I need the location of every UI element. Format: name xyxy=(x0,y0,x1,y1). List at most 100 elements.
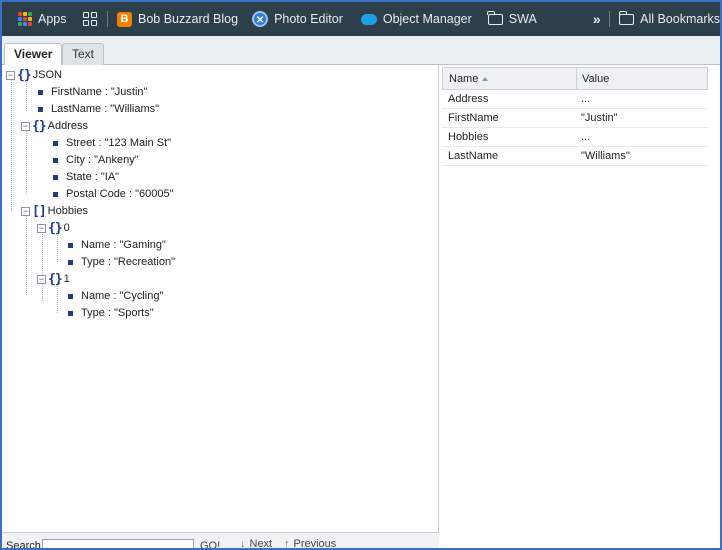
leaf-value-icon xyxy=(68,293,73,299)
column-header-value[interactable]: Value xyxy=(582,73,609,85)
leaf-value-icon xyxy=(38,106,43,112)
all-bookmarks-button[interactable]: All Bookmarks xyxy=(618,2,720,36)
tree-leaf-city[interactable]: City : "Ankeny" xyxy=(53,152,139,168)
tree-node-json[interactable]: − {} JSON xyxy=(6,67,62,83)
tab-groups-button[interactable] xyxy=(82,2,97,36)
tree-leaf-label: Street : "123 Main St" xyxy=(66,137,172,149)
leaf-value-icon xyxy=(53,174,58,180)
bookmarks-separator xyxy=(608,11,610,27)
tree-leaf-hobby-0-type[interactable]: Type : "Recreation" xyxy=(68,254,175,270)
tree-node-label: 1 xyxy=(63,273,70,285)
tab-viewer[interactable]: Viewer xyxy=(4,43,63,66)
collapse-icon[interactable]: − xyxy=(37,223,46,233)
tree-leaf-hobby-0-name[interactable]: Name : "Gaming" xyxy=(68,237,166,253)
apps-grid-icon xyxy=(18,12,32,26)
bookmark-folder-swa[interactable]: SWA xyxy=(487,2,537,36)
tree-node-label: 0 xyxy=(63,222,70,234)
grid-cell-value: ... xyxy=(581,93,591,105)
search-bar: Search: GO! ↓ Next ↑ Previous xyxy=(2,532,439,550)
tree-leaf-label: Type : "Sports" xyxy=(81,307,154,319)
tree-connector xyxy=(26,80,27,111)
tree-leaf-label: Name : "Cycling" xyxy=(81,290,164,302)
grid-cell-name: FirstName xyxy=(448,112,499,124)
grid-header: Name Value xyxy=(442,67,708,90)
search-label: Search: xyxy=(6,540,44,550)
collapse-icon[interactable]: − xyxy=(6,70,15,80)
folder-icon xyxy=(618,10,635,25)
tree-leaf-postal-code[interactable]: Postal Code : "60005" xyxy=(53,186,174,202)
blogger-icon: B xyxy=(117,11,132,27)
leaf-value-icon xyxy=(68,242,73,248)
column-divider[interactable] xyxy=(576,68,577,89)
array-brackets-icon: [] xyxy=(32,203,47,219)
bookmarks-bar: Apps B Bob Buzzard Blog ✕ Photo Editor O… xyxy=(2,2,720,36)
json-tree-panel: − {} JSON FirstName : "Justin" LastName … xyxy=(2,65,439,532)
tree-connector xyxy=(11,80,12,211)
tree-leaf-lastname[interactable]: LastName : "Williams" xyxy=(38,101,159,117)
search-input[interactable] xyxy=(42,539,194,548)
tree-node-hobbies[interactable]: − [] Hobbies xyxy=(21,203,88,219)
next-button[interactable]: ↓ Next xyxy=(240,538,273,550)
tree-leaf-label: LastName : "Williams" xyxy=(51,103,160,115)
folder-icon xyxy=(487,10,503,25)
tree-connector xyxy=(42,231,43,301)
collapse-icon[interactable]: − xyxy=(37,274,46,284)
grid-row[interactable]: Hobbies ... xyxy=(442,128,708,147)
double-chevron-icon: » xyxy=(592,11,601,27)
leaf-value-icon xyxy=(68,310,73,316)
object-braces-icon: {} xyxy=(48,271,63,287)
collapse-icon[interactable]: − xyxy=(21,121,30,131)
grid-cell-name: Address xyxy=(448,93,489,105)
leaf-value-icon xyxy=(53,191,58,197)
leaf-value-icon xyxy=(53,140,58,146)
column-header-name[interactable]: Name xyxy=(449,73,489,85)
app-frame: Apps B Bob Buzzard Blog ✕ Photo Editor O… xyxy=(0,0,722,550)
tree-node-address[interactable]: − {} Address xyxy=(21,118,88,134)
arrow-down-icon: ↓ xyxy=(240,538,246,550)
go-button[interactable]: GO! xyxy=(200,540,220,548)
tree-leaf-label: City : "Ankeny" xyxy=(66,154,139,166)
tree-leaf-label: State : "IA" xyxy=(66,171,120,183)
salesforce-cloud-icon xyxy=(360,13,377,25)
bookmark-label: SWA xyxy=(508,12,537,26)
object-braces-icon: {} xyxy=(17,67,32,83)
grid-cell-name: LastName xyxy=(448,150,499,162)
sort-ascending-icon xyxy=(482,77,489,82)
apps-shortcut[interactable]: Apps xyxy=(18,2,67,36)
tab-text[interactable]: Text xyxy=(62,43,105,65)
grid-cell-value: "Williams" xyxy=(581,150,630,162)
bookmark-bob-buzzard-blog[interactable]: B Bob Buzzard Blog xyxy=(117,2,238,36)
tree-node-hobby-0[interactable]: − {} 0 xyxy=(37,220,70,236)
photo-editor-icon: ✕ xyxy=(252,11,269,27)
collapse-icon[interactable]: − xyxy=(21,206,30,216)
tree-leaf-firstname[interactable]: FirstName : "Justin" xyxy=(38,84,147,100)
bookmarks-overflow-button[interactable]: » xyxy=(592,2,601,36)
leaf-value-icon xyxy=(38,89,43,95)
previous-button[interactable]: ↑ Previous xyxy=(284,538,337,550)
grid-cell-value: "Justin" xyxy=(581,112,618,124)
object-braces-icon: {} xyxy=(32,118,47,134)
tree-leaf-state[interactable]: State : "IA" xyxy=(53,169,119,185)
tree-node-hobby-1[interactable]: − {} 1 xyxy=(37,271,70,287)
tree-connector xyxy=(26,215,27,295)
next-label: Next xyxy=(249,538,273,550)
grid-cell-name: Hobbies xyxy=(448,131,489,143)
property-grid-panel: Name Value Address ... FirstName "Justin… xyxy=(442,65,720,532)
grid-row[interactable]: FirstName "Justin" xyxy=(442,109,708,128)
bookmark-photo-editor[interactable]: ✕ Photo Editor xyxy=(252,2,343,36)
grid-row[interactable]: Address ... xyxy=(442,90,708,109)
tree-leaf-label: Postal Code : "60005" xyxy=(66,188,174,200)
tree-node-label: Address xyxy=(47,120,89,132)
tree-leaf-hobby-1-name[interactable]: Name : "Cycling" xyxy=(68,288,163,304)
grid-icon xyxy=(82,12,97,26)
viewer-tabs: Viewer Text xyxy=(2,36,720,66)
tree-leaf-hobby-1-type[interactable]: Type : "Sports" xyxy=(68,305,154,321)
grid-row[interactable]: LastName "Williams" xyxy=(442,147,708,166)
bookmark-object-manager[interactable]: Object Manager xyxy=(360,2,472,36)
object-braces-icon: {} xyxy=(48,220,63,236)
tree-leaf-label: FirstName : "Justin" xyxy=(51,86,148,98)
tree-leaf-street[interactable]: Street : "123 Main St" xyxy=(53,135,171,151)
leaf-value-icon xyxy=(68,259,73,265)
previous-label: Previous xyxy=(293,538,337,550)
tree-connector xyxy=(26,130,27,194)
